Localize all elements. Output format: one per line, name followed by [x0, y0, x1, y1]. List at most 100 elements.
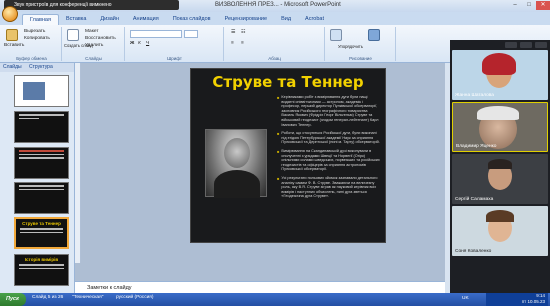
bullet-text: Вимірювання на Скандинавській дузі викон… [281, 148, 380, 172]
participant-name: Сергій Саламаха [455, 197, 494, 202]
panel-tabs: Слайды Структура [0, 63, 74, 72]
clipboard-group: Вставить Вырезать Копировать Буфер обмен… [2, 27, 62, 61]
bullet-dot-icon: ■ [277, 148, 280, 154]
align-center-button[interactable]: ≡ [241, 41, 244, 46]
thumb-image [23, 82, 45, 100]
drawing-label: Рисование [349, 56, 372, 61]
participant-name: Соня Коваленко [455, 249, 492, 254]
thumb-line [19, 153, 64, 155]
panel-controls [450, 42, 550, 50]
slide-thumbnail[interactable] [14, 147, 69, 179]
participant-tile[interactable]: Жанна Шаталова [452, 50, 548, 100]
tab-review[interactable]: Рецензирование [218, 14, 274, 25]
slides-group: Создать слайд Макет Восстановить Удалить… [63, 27, 125, 61]
copy-button[interactable]: Копировать [24, 36, 50, 41]
align-left-button[interactable]: ≡ [231, 41, 234, 46]
slide-bullets[interactable]: ■ Керівниками робіт з вимірювання дуги бу… [277, 95, 381, 203]
slide-thumbnail-current[interactable]: Струве та Теннер [14, 217, 69, 249]
cut-button[interactable]: Вырезать [24, 29, 45, 34]
slide-thumbnail[interactable] [14, 182, 69, 214]
status-slide-count: Слайд 5 из 26 [32, 295, 64, 300]
tab-outline[interactable]: Структура [29, 64, 53, 70]
tab-view[interactable]: Вид [274, 14, 298, 25]
thumb-line [19, 150, 64, 152]
slide-thumbnail[interactable] [14, 75, 69, 107]
quick-styles-icon[interactable] [368, 29, 380, 41]
slide-editor: Струве та Теннер ■ Керівниками робіт з ви… [75, 63, 445, 281]
paragraph-group: ☰ ☷ ≡ ≡ Абзац [225, 27, 325, 61]
struve-portrait [205, 129, 267, 198]
minimize-button[interactable]: – [508, 1, 522, 10]
current-slide[interactable]: Струве та Теннер ■ Керівниками робіт з ви… [190, 68, 386, 243]
bullet-text: Роботи, що стосуються Російської дуги, б… [281, 131, 380, 145]
thumb-line [19, 114, 64, 116]
layout-button-zoom[interactable] [520, 42, 532, 48]
thumb-line [19, 157, 64, 159]
zoom-notification-banner: Звук пристроїв для конференції вимкнено [4, 0, 179, 10]
title-bar: Звук пристроїв для конференції вимкнено … [0, 0, 550, 12]
arrange-button[interactable]: Упорядочить [338, 44, 363, 49]
reset-button[interactable]: Восстановить [85, 36, 116, 41]
bullet-item: ■ Усі результати польових зйомок зазнавал… [277, 176, 381, 199]
slide-thumbnail[interactable] [14, 111, 69, 143]
view-button[interactable] [505, 42, 517, 48]
paste-icon[interactable] [6, 29, 18, 41]
thumb-line [19, 264, 64, 266]
bullet-dot-icon: ■ [277, 95, 280, 100]
notes-pane[interactable]: Заметки к слайду [75, 281, 445, 293]
participant-tile[interactable]: Сергій Саламаха [452, 154, 548, 204]
close-button[interactable]: ✕ [536, 1, 550, 10]
bullets-button[interactable]: ☰ [231, 30, 235, 35]
participant-hair [486, 210, 514, 222]
slide-title[interactable]: Струве та Теннер [191, 73, 385, 91]
participant-hair [482, 53, 516, 75]
numbering-button[interactable]: ☷ [241, 30, 245, 35]
tab-insert[interactable]: Вставка [59, 14, 93, 25]
thumb-line [20, 231, 63, 233]
tab-design[interactable]: Дизайн [93, 14, 126, 25]
layout-button[interactable]: Макет [85, 29, 99, 34]
tab-slides[interactable]: Слайды [3, 64, 22, 70]
tab-home[interactable]: Главная [22, 14, 59, 25]
bullet-dot-icon: ■ [277, 131, 280, 137]
participant-tile[interactable]: Соня Коваленко [452, 206, 548, 256]
thumb-line [20, 228, 63, 230]
zoom-participants-panel: Жанна Шаталова Владимир Яценко Сергій Са… [450, 40, 550, 293]
thumb-title: Струве та Теннер [22, 221, 61, 226]
bullet-text: Керівниками робіт з вимірювання дуги бул… [281, 95, 379, 127]
slides-panel: Слайды Структура Струве та Теннер Історі… [0, 63, 75, 293]
underline-button[interactable]: Ч [146, 41, 149, 46]
drawing-group: Упорядочить Рисование [326, 27, 396, 61]
bold-button[interactable]: Ж [130, 41, 134, 46]
paragraph-label: Абзац [268, 56, 281, 61]
participant-name: Владимир Яценко [456, 144, 497, 149]
delete-button[interactable]: Удалить [85, 43, 103, 48]
paste-button[interactable]: Вставить [4, 43, 24, 48]
tab-acrobat[interactable]: Acrobat [298, 14, 331, 25]
font-name-select[interactable] [130, 30, 182, 38]
tab-animation[interactable]: Анимация [126, 14, 166, 25]
participant-tile-active[interactable]: Владимир Яценко [452, 102, 548, 152]
participant-hair [477, 106, 519, 120]
slides-label: Слайды [85, 56, 102, 61]
shapes-icon[interactable] [330, 29, 342, 41]
maximize-button[interactable]: □ [522, 1, 536, 10]
bullet-text: Усі результати польових зйомок зазнавали… [281, 175, 378, 199]
bullet-item: ■ Керівниками робіт з вимірювання дуги бу… [277, 95, 381, 127]
font-label: Шрифт [167, 56, 182, 61]
italic-button[interactable]: К [138, 41, 141, 46]
office-button[interactable] [2, 6, 18, 22]
bullet-item: ■ Вимірювання на Скандинавській дузі вико… [277, 149, 381, 172]
slide-thumbnail[interactable]: Історія вимірів [14, 254, 69, 286]
language-indicator[interactable]: UK [462, 296, 469, 301]
tab-slideshow[interactable]: Показ слайдов [166, 14, 218, 25]
thumb-line [19, 185, 64, 187]
font-size-select[interactable] [184, 30, 198, 38]
start-button[interactable]: Пуск [0, 293, 26, 306]
new-slide-icon[interactable] [67, 29, 79, 41]
ribbon-tabs: Главная Вставка Дизайн Анимация Показ сл… [0, 12, 550, 25]
font-group: Ж К Ч Шрифт [126, 27, 224, 61]
system-clock[interactable]: 9:14 пт 10.05.23 [486, 293, 548, 306]
minimize-panel-button[interactable] [535, 42, 547, 48]
vertical-ruler [75, 63, 81, 263]
